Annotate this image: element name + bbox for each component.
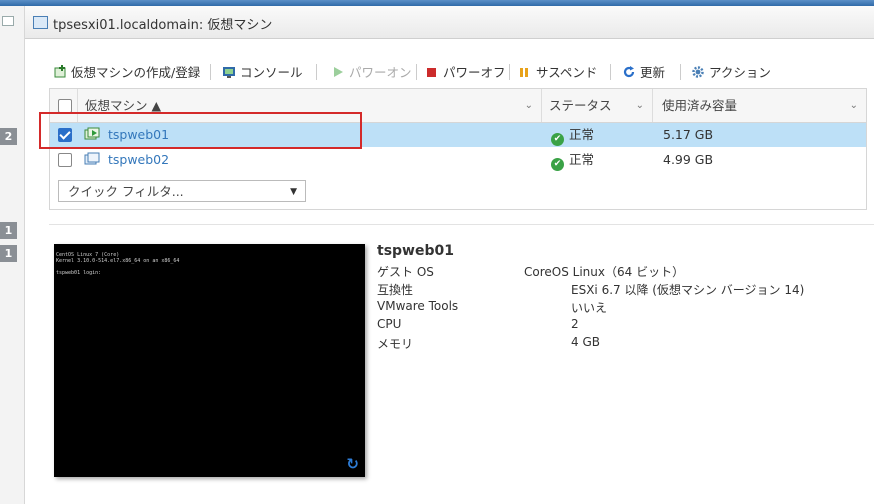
used-space-cell: 5.17 GB [663, 127, 714, 142]
section-divider [49, 224, 874, 225]
actions-label: アクション [709, 65, 771, 80]
quick-filter-dropdown[interactable]: クイック フィルタ... ▼ [58, 180, 306, 202]
column-header-status[interactable]: ステータス ⌄ [543, 89, 653, 122]
pause-icon [518, 65, 532, 79]
quick-filter-text: クイック フィルタ... [68, 184, 184, 199]
toolbar-divider [509, 64, 510, 80]
refresh-icon [622, 65, 636, 79]
collapse-icon[interactable] [2, 16, 14, 26]
table-row[interactable]: tspweb02 ✔ 正常 4.99 GB [50, 148, 866, 172]
chevron-down-icon[interactable]: ⌄ [525, 89, 533, 122]
row-checkbox[interactable] [58, 153, 72, 167]
play-icon [331, 65, 345, 79]
refresh-icon[interactable]: ↻ [346, 455, 359, 473]
console-line: Kernel 3.10.0-514.el7.x86_64 on an x86_6… [56, 258, 180, 264]
gear-icon [691, 65, 705, 79]
panel-title: tpsesxi01.localdomain: 仮想マシン [53, 18, 273, 33]
vm-name-link[interactable]: tspweb02 [108, 152, 169, 167]
vm-grid: 仮想マシン ▲ ⌄ ステータス ⌄ 使用済み容量 ⌄ tspweb01 ✔ 正常 … [49, 88, 867, 210]
count-badge: 1 [0, 245, 17, 262]
actions-button[interactable]: アクション [691, 62, 771, 80]
refresh-label: 更新 [640, 65, 666, 80]
create-vm-label: 仮想マシンの作成/登録 [71, 65, 201, 80]
console-button[interactable]: コンソール [222, 62, 303, 80]
create-vm-icon [53, 65, 67, 79]
toolbar-divider [210, 64, 211, 80]
vm-name-cell[interactable]: tspweb02 [84, 148, 169, 172]
refresh-button[interactable]: 更新 [622, 62, 665, 80]
console-line: tspweb01 login: [56, 270, 102, 276]
row-select-cell [50, 148, 77, 172]
power-off-label: パワーオフ [443, 65, 506, 80]
suspend-button[interactable]: サスペンド [518, 62, 597, 80]
count-badge: 2 [0, 128, 17, 145]
status-cell: ✔ 正常 [551, 123, 594, 147]
console-preview[interactable]: CentOS Linux 7 (Core) Kernel 3.10.0-514.… [54, 244, 365, 477]
highlight-box [39, 112, 362, 149]
status-text: 正常 [569, 127, 595, 142]
memory-value: 4 GB [571, 335, 600, 349]
console-label: コンソール [240, 65, 303, 80]
column-header-status-label: ステータス [549, 98, 612, 113]
vm-list-icon [33, 16, 48, 29]
memory-label: メモリ [377, 337, 414, 351]
used-space-cell: 4.99 GB [663, 152, 714, 167]
chevron-down-icon[interactable]: ⌄ [850, 89, 858, 122]
power-on-button[interactable]: パワーオン [331, 62, 412, 80]
compat-value: ESXi 6.7 以降 (仮想マシン バージョン 14) [571, 283, 805, 297]
power-off-button[interactable]: パワーオフ [425, 62, 506, 80]
column-header-used-label: 使用済み容量 [662, 98, 738, 113]
toolbar-divider [416, 64, 417, 80]
panel-title-bar: tpsesxi01.localdomain: 仮想マシン [25, 6, 874, 39]
count-badge: 1 [0, 222, 17, 239]
vmware-tools-value: いいえ [571, 301, 608, 315]
ok-check-icon: ✔ [551, 158, 564, 171]
suspend-label: サスペンド [536, 65, 598, 80]
vmware-tools-label: VMware Tools [377, 299, 459, 313]
cpu-value: 2 [571, 317, 579, 331]
toolbar-divider [316, 64, 317, 80]
toolbar: 仮想マシンの作成/登録 コンソール パワーオン パワーオフ サスペンド 更新 ア… [25, 56, 874, 86]
select-all-checkbox[interactable] [58, 99, 72, 113]
chevron-down-icon[interactable]: ⌄ [636, 89, 644, 122]
create-vm-button[interactable]: 仮想マシンの作成/登録 [53, 62, 200, 80]
dropdown-arrow-icon: ▼ [290, 187, 297, 197]
vm-detail-name: tspweb01 [377, 243, 454, 259]
cpu-label: CPU [377, 317, 402, 331]
stop-icon [425, 65, 439, 79]
guest-os-label: ゲスト OS [377, 265, 434, 279]
column-header-used[interactable]: 使用済み容量 ⌄ [654, 89, 866, 122]
compat-label: 互換性 [377, 283, 414, 297]
power-on-label: パワーオン [349, 65, 412, 80]
guest-os-value: CoreOS Linux（64 ビット） [524, 265, 685, 279]
status-text: 正常 [569, 152, 595, 167]
toolbar-divider [680, 64, 681, 80]
ok-check-icon: ✔ [551, 133, 564, 146]
vm-powered-off-icon [84, 152, 108, 167]
console-icon [222, 65, 236, 79]
toolbar-divider [610, 64, 611, 80]
status-cell: ✔ 正常 [551, 148, 594, 172]
column-header-vm-label: 仮想マシン ▲ [85, 98, 162, 113]
